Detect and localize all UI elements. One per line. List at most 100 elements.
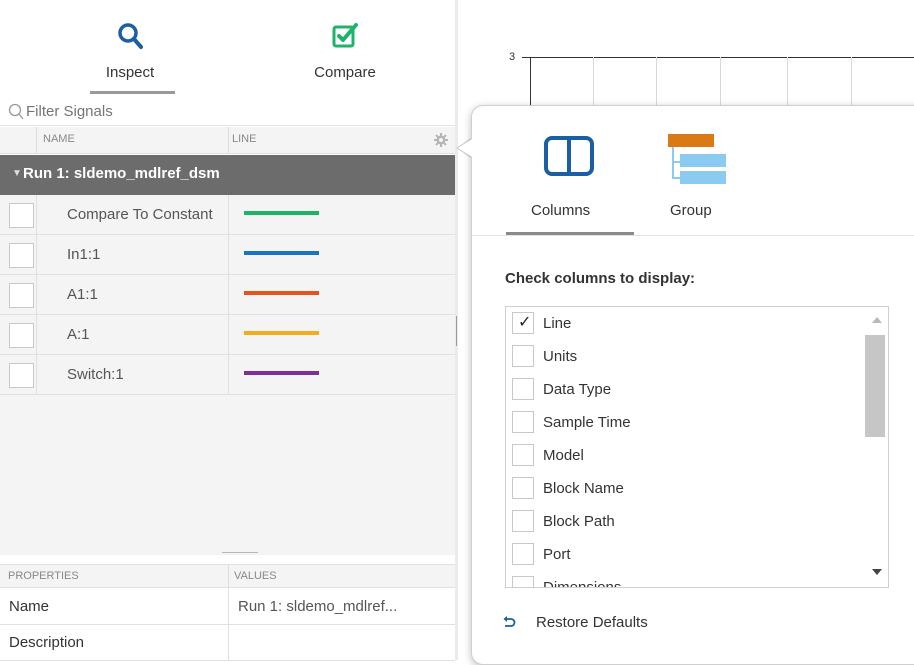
column-option-label: Block Name	[543, 480, 624, 497]
column-header-properties: PROPERTIES	[8, 570, 79, 582]
column-divider	[228, 589, 229, 625]
signal-name: Switch:1	[67, 366, 124, 383]
signal-name: A1:1	[67, 286, 98, 303]
line-color-swatch[interactable]	[244, 251, 319, 255]
scroll-down-icon[interactable]	[872, 569, 882, 575]
row-divider	[36, 355, 37, 395]
row-divider	[228, 275, 229, 315]
property-row: Name Run 1: sldemo_mdlref...	[0, 589, 455, 625]
row-divider	[228, 195, 229, 235]
row-divider	[36, 315, 37, 355]
signal-checkbox[interactable]	[9, 363, 34, 388]
signal-row[interactable]: Compare To Constant	[0, 195, 455, 235]
column-checkbox[interactable]	[512, 444, 534, 466]
filter-signals-input[interactable]	[26, 100, 426, 122]
splitter-grip[interactable]	[456, 316, 457, 346]
column-option-label: Port	[543, 546, 571, 563]
row-divider	[36, 235, 37, 275]
signal-checkbox[interactable]	[9, 283, 34, 308]
scrollbar[interactable]	[863, 307, 888, 587]
scroll-up-icon[interactable]	[872, 317, 882, 323]
tab-group-label: Group	[670, 202, 712, 219]
left-panel: Inspect Compare NAME LINE	[0, 0, 455, 661]
restore-defaults-label: Restore Defaults	[536, 614, 648, 631]
column-option-label: Model	[543, 447, 584, 464]
panel-split-handle[interactable]	[222, 552, 258, 553]
signal-row[interactable]: In1:1	[0, 235, 455, 275]
column-header-name[interactable]: NAME	[43, 133, 75, 145]
column-checkbox[interactable]	[512, 576, 534, 587]
row-divider	[36, 195, 37, 235]
line-color-swatch[interactable]	[244, 331, 319, 335]
column-header-values: VALUES	[234, 570, 277, 582]
columns-title: Check columns to display:	[505, 270, 696, 287]
properties-header: PROPERTIES VALUES	[0, 564, 455, 589]
property-key: Description	[9, 634, 85, 651]
tab-compare-label: Compare	[314, 64, 376, 81]
row-divider	[36, 275, 37, 315]
property-row: Description	[0, 625, 455, 661]
columns-checklist[interactable]: ✓ Line Units Data Type Sample Time Model…	[505, 306, 889, 588]
column-option-label: Data Type	[543, 381, 612, 398]
column-option-label: Line	[543, 315, 572, 332]
property-value[interactable]: Run 1: sldemo_mdlref...	[238, 598, 448, 615]
column-option-label: Block Path	[543, 513, 615, 530]
signal-checkbox[interactable]	[9, 203, 34, 228]
signal-name: In1:1	[67, 246, 101, 263]
columns-icon	[544, 136, 594, 181]
tab-inspect[interactable]: Inspect	[60, 0, 200, 96]
signal-row[interactable]: A:1	[0, 315, 455, 355]
row-divider	[228, 315, 229, 355]
run-header-row[interactable]: ▼ Run 1: sldemo_mdlref_dsm	[0, 155, 455, 195]
filter-bar	[0, 98, 455, 126]
popup-pointer-fill	[458, 139, 472, 157]
signal-name: Compare To Constant	[67, 206, 213, 223]
column-header-line[interactable]: LINE	[232, 133, 256, 145]
tab-compare[interactable]: Compare	[280, 0, 410, 96]
run-label: Run 1: sldemo_mdlref_dsm	[23, 165, 220, 182]
scrollbar-thumb[interactable]	[865, 335, 885, 437]
tab-columns-label: Columns	[531, 202, 591, 219]
signal-row[interactable]: Switch:1	[0, 355, 455, 395]
column-option-label: Sample Time	[543, 414, 631, 431]
group-icon	[668, 134, 728, 191]
column-option-label: Units	[543, 348, 578, 365]
column-checkbox[interactable]: ✓	[512, 312, 534, 334]
signal-name: A:1	[67, 326, 90, 343]
column-option-label: Dimensions	[543, 579, 622, 588]
search-icon	[8, 103, 24, 126]
magnifier-icon	[117, 22, 143, 55]
line-color-swatch[interactable]	[244, 211, 319, 215]
y-tick-mark	[522, 57, 530, 58]
column-divider	[228, 625, 229, 661]
tab-separator	[472, 235, 914, 236]
signal-row[interactable]: A1:1	[0, 275, 455, 315]
line-color-swatch[interactable]	[244, 371, 319, 375]
column-checkbox[interactable]	[512, 477, 534, 499]
signal-checkbox[interactable]	[9, 323, 34, 348]
gear-icon[interactable]	[434, 133, 448, 152]
check-icon: ✓	[518, 314, 532, 331]
column-options-popup: Columns Group Check columns to display: …	[471, 105, 914, 665]
column-checkbox[interactable]	[512, 510, 534, 532]
signal-table-header: NAME LINE	[0, 127, 455, 154]
signal-checkbox[interactable]	[9, 243, 34, 268]
column-checkbox[interactable]	[512, 378, 534, 400]
column-checkbox[interactable]	[512, 345, 534, 367]
tab-inspect-label: Inspect	[105, 64, 155, 81]
y-tick-label: 3	[509, 51, 516, 63]
property-key: Name	[9, 598, 50, 615]
tab-active-indicator	[90, 91, 175, 94]
tab-group[interactable]: Group	[652, 106, 742, 234]
collapse-triangle-icon[interactable]: ▼	[12, 168, 22, 179]
signal-list-empty-area	[0, 395, 455, 555]
line-color-swatch[interactable]	[244, 291, 319, 295]
column-checkbox[interactable]	[512, 543, 534, 565]
undo-icon	[502, 616, 516, 635]
column-checkbox[interactable]	[512, 411, 534, 433]
column-divider	[36, 127, 37, 154]
column-divider	[228, 565, 229, 589]
row-divider	[228, 355, 229, 395]
tab-columns[interactable]: Columns	[506, 106, 634, 235]
row-divider	[228, 235, 229, 275]
